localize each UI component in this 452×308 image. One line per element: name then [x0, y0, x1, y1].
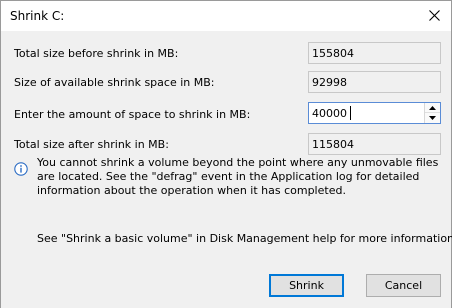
close-icon	[428, 9, 440, 21]
chevron-down-icon	[429, 116, 436, 120]
info-message: You cannot shrink a volume beyond the po…	[37, 156, 439, 197]
shrink-button[interactable]: Shrink	[269, 274, 344, 297]
total-size-after-value: 115804	[308, 133, 441, 155]
title-bar: Shrink C:	[1, 1, 451, 31]
chevron-up-icon	[429, 105, 436, 110]
available-shrink-value: 92998	[308, 71, 441, 93]
total-size-before-label: Total size before shrink in MB:	[14, 47, 179, 60]
cancel-button[interactable]: Cancel	[366, 274, 441, 297]
dialog-title: Shrink C:	[10, 9, 65, 23]
close-button[interactable]	[417, 1, 451, 29]
amount-to-shrink-input[interactable]	[309, 103, 424, 123]
spin-down-button[interactable]	[425, 113, 440, 123]
dialog-body: Total size before shrink in MB: 155804 S…	[1, 31, 452, 308]
amount-to-shrink-stepper[interactable]	[308, 102, 441, 124]
spin-buttons	[424, 103, 440, 123]
shrink-dialog: Shrink C: Total size before shrink in MB…	[0, 0, 452, 308]
total-size-after-label: Total size after shrink in MB:	[14, 138, 169, 151]
info-icon	[14, 162, 28, 176]
help-message: See "Shrink a basic volume" in Disk Mana…	[37, 232, 452, 245]
total-size-before-value: 155804	[308, 42, 441, 64]
text-cursor	[350, 106, 351, 120]
spin-up-button[interactable]	[425, 103, 440, 113]
available-shrink-label: Size of available shrink space in MB:	[14, 76, 215, 89]
amount-to-shrink-label: Enter the amount of space to shrink in M…	[14, 108, 251, 121]
